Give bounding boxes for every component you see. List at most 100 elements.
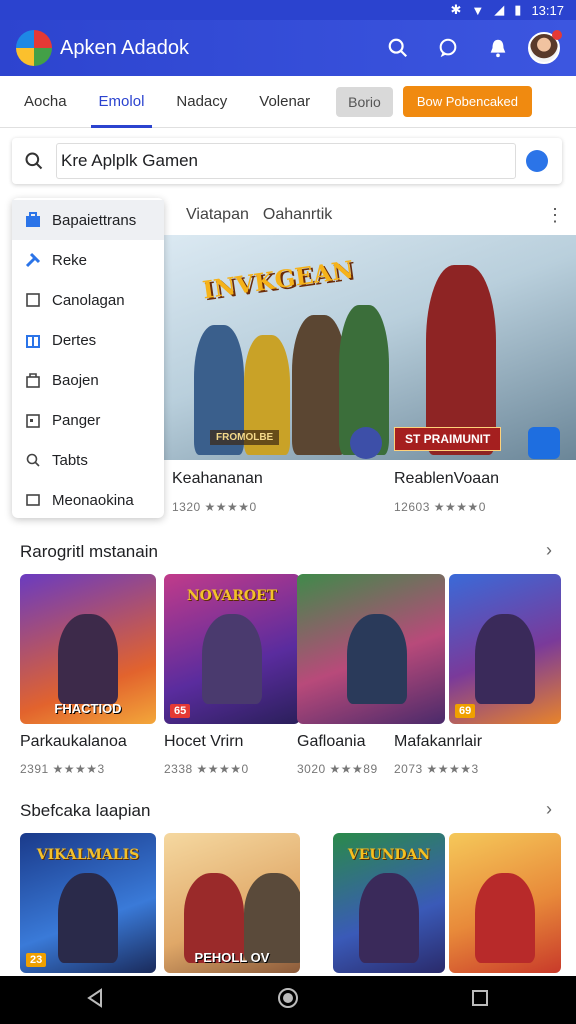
menu-item[interactable]: Reke	[12, 240, 164, 280]
chat-icon[interactable]	[428, 28, 468, 68]
menu-item-label: Dertes	[52, 331, 97, 349]
card-meta: 2338 ★★★★0	[164, 762, 249, 776]
tab-bar: Aocha Emolol Nadacy Volenar Borio Bow Po…	[0, 76, 576, 128]
card-badge: 65	[170, 704, 191, 718]
orange-cta-button[interactable]: Bow Pobencaked	[402, 86, 533, 117]
app-logo	[16, 30, 52, 66]
signal-icon: ◢	[494, 2, 505, 17]
search-input[interactable]	[56, 143, 516, 179]
gray-button[interactable]: Borio	[336, 86, 393, 117]
play-icon[interactable]	[350, 427, 382, 459]
section-title: Sbefcaka laapian	[20, 801, 151, 820]
game-card[interactable]: VEUNDAN	[333, 833, 445, 973]
search-icon	[12, 151, 56, 171]
search-bar	[12, 138, 562, 184]
voice-search-icon[interactable]	[526, 150, 548, 172]
featured-header: Viatapan Oahanrtik	[186, 206, 332, 224]
app-bar: Apken Adadok	[0, 20, 576, 76]
system-nav-bar	[0, 976, 576, 1024]
status-bar: ✱ ▼ ◢ ▮ 13:17	[0, 0, 576, 20]
notifications-icon[interactable]	[478, 28, 518, 68]
menu-item-label: Reke	[52, 251, 88, 269]
card-meta: 2391 ★★★★3	[20, 762, 105, 776]
menu-item[interactable]: Panger	[12, 400, 164, 440]
monitor-icon	[24, 491, 42, 509]
featured-head-b[interactable]: Oahanrtik	[263, 206, 332, 224]
game-card[interactable]: 69	[449, 574, 561, 724]
character-figure	[359, 873, 419, 963]
menu-item-label: Baojen	[52, 371, 99, 389]
home-icon[interactable]	[277, 987, 299, 1014]
character-figure	[202, 614, 262, 704]
featured-item-meta: 12603 ★★★★0	[394, 500, 486, 514]
dropdown-menu: Bapaiettrans Reke Canolagan Dertes Baoje…	[12, 198, 164, 518]
status-time: 13:17	[531, 2, 564, 18]
square-icon	[24, 291, 42, 309]
menu-item-label: Tabts	[52, 451, 88, 469]
card-title[interactable]: Hocet Vrirn	[164, 733, 243, 751]
menu-item-label: Canolagan	[52, 291, 125, 309]
game-card[interactable]	[297, 574, 445, 724]
featured-item-meta: 1320 ★★★★0	[172, 500, 257, 514]
tab-emolol[interactable]: Emolol	[83, 76, 161, 128]
card-top-label: VIKALMALIS	[36, 847, 140, 863]
character-figure	[475, 873, 535, 963]
menu-item[interactable]: Tabts	[12, 440, 164, 480]
card-title[interactable]: Mafakanrlair	[394, 733, 482, 751]
menu-item-label: Panger	[52, 411, 101, 429]
briefcase-icon	[24, 211, 42, 229]
card-badge: 23	[26, 953, 47, 967]
avatar[interactable]	[528, 30, 562, 64]
featured-item-title[interactable]: ReablenVoaan	[394, 470, 499, 488]
hero-figure	[292, 315, 346, 455]
search-icon	[24, 451, 42, 469]
back-icon[interactable]	[86, 987, 106, 1013]
menu-item-label: Meonaokina	[52, 491, 134, 509]
chevron-right-icon[interactable]: ›	[546, 540, 552, 561]
featured-item-title[interactable]: Keahananan	[172, 470, 263, 488]
tool-icon	[24, 251, 42, 269]
game-card[interactable]: PEHOLL OV	[164, 833, 300, 973]
menu-item-label: Bapaiettrans	[52, 211, 137, 229]
bluetooth-icon: ✱	[450, 2, 462, 17]
featured-banner[interactable]: INVKGEAN FROMOLBE ST PRAIMUNIT	[164, 235, 576, 460]
chevron-right-icon[interactable]: ›	[546, 799, 552, 820]
menu-item[interactable]: Meonaokina	[12, 480, 164, 520]
featured-head-a[interactable]: Viatapan	[186, 206, 249, 224]
more-options-icon[interactable]: ⋮	[546, 205, 564, 226]
game-card[interactable]: NOVAROET 65	[164, 574, 300, 724]
character-figure	[475, 614, 535, 704]
building-icon	[24, 331, 42, 349]
banner-title: INVKGEAN	[200, 254, 356, 305]
wifi-icon: ▼	[471, 2, 485, 18]
card-meta: 3020 ★★★89	[297, 762, 378, 776]
card-top-label: NOVAROET	[186, 588, 278, 604]
section-title: Rarogritl mstanain	[20, 542, 158, 561]
card-title[interactable]: Gafloania	[297, 733, 366, 751]
tab-aocha[interactable]: Aocha	[8, 76, 83, 128]
game-card[interactable]	[449, 833, 561, 973]
card-top-label: VEUNDAN	[347, 847, 431, 863]
game-card[interactable]: VIKALMALIS 23	[20, 833, 156, 973]
tab-nadacy[interactable]: Nadacy	[160, 76, 243, 128]
edit-icon[interactable]	[528, 427, 560, 459]
menu-item[interactable]: Baojen	[12, 360, 164, 400]
battery-icon: ▮	[514, 2, 522, 17]
menu-item[interactable]: Dertes	[12, 320, 164, 360]
character-figure	[347, 614, 407, 704]
card-title[interactable]: Parkaukalanoa	[20, 733, 127, 751]
game-card[interactable]: FHACTIOD	[20, 574, 156, 724]
banner-badge: ST PRAIMUNIT	[394, 427, 502, 451]
menu-item[interactable]: Canolagan	[12, 280, 164, 320]
menu-item[interactable]: Bapaiettrans	[12, 200, 164, 240]
character-figure	[58, 614, 118, 704]
banner-subtitle: FROMOLBE	[210, 430, 280, 445]
character-figure	[58, 873, 118, 963]
app-title: Apken Adadok	[60, 36, 189, 59]
search-icon[interactable]	[378, 28, 418, 68]
card-meta: 2073 ★★★★3	[394, 762, 479, 776]
calendar-icon	[24, 411, 42, 429]
recents-icon[interactable]	[470, 988, 490, 1013]
card-label: FHACTIOD	[54, 701, 122, 716]
tab-volenar[interactable]: Volenar	[243, 76, 326, 128]
